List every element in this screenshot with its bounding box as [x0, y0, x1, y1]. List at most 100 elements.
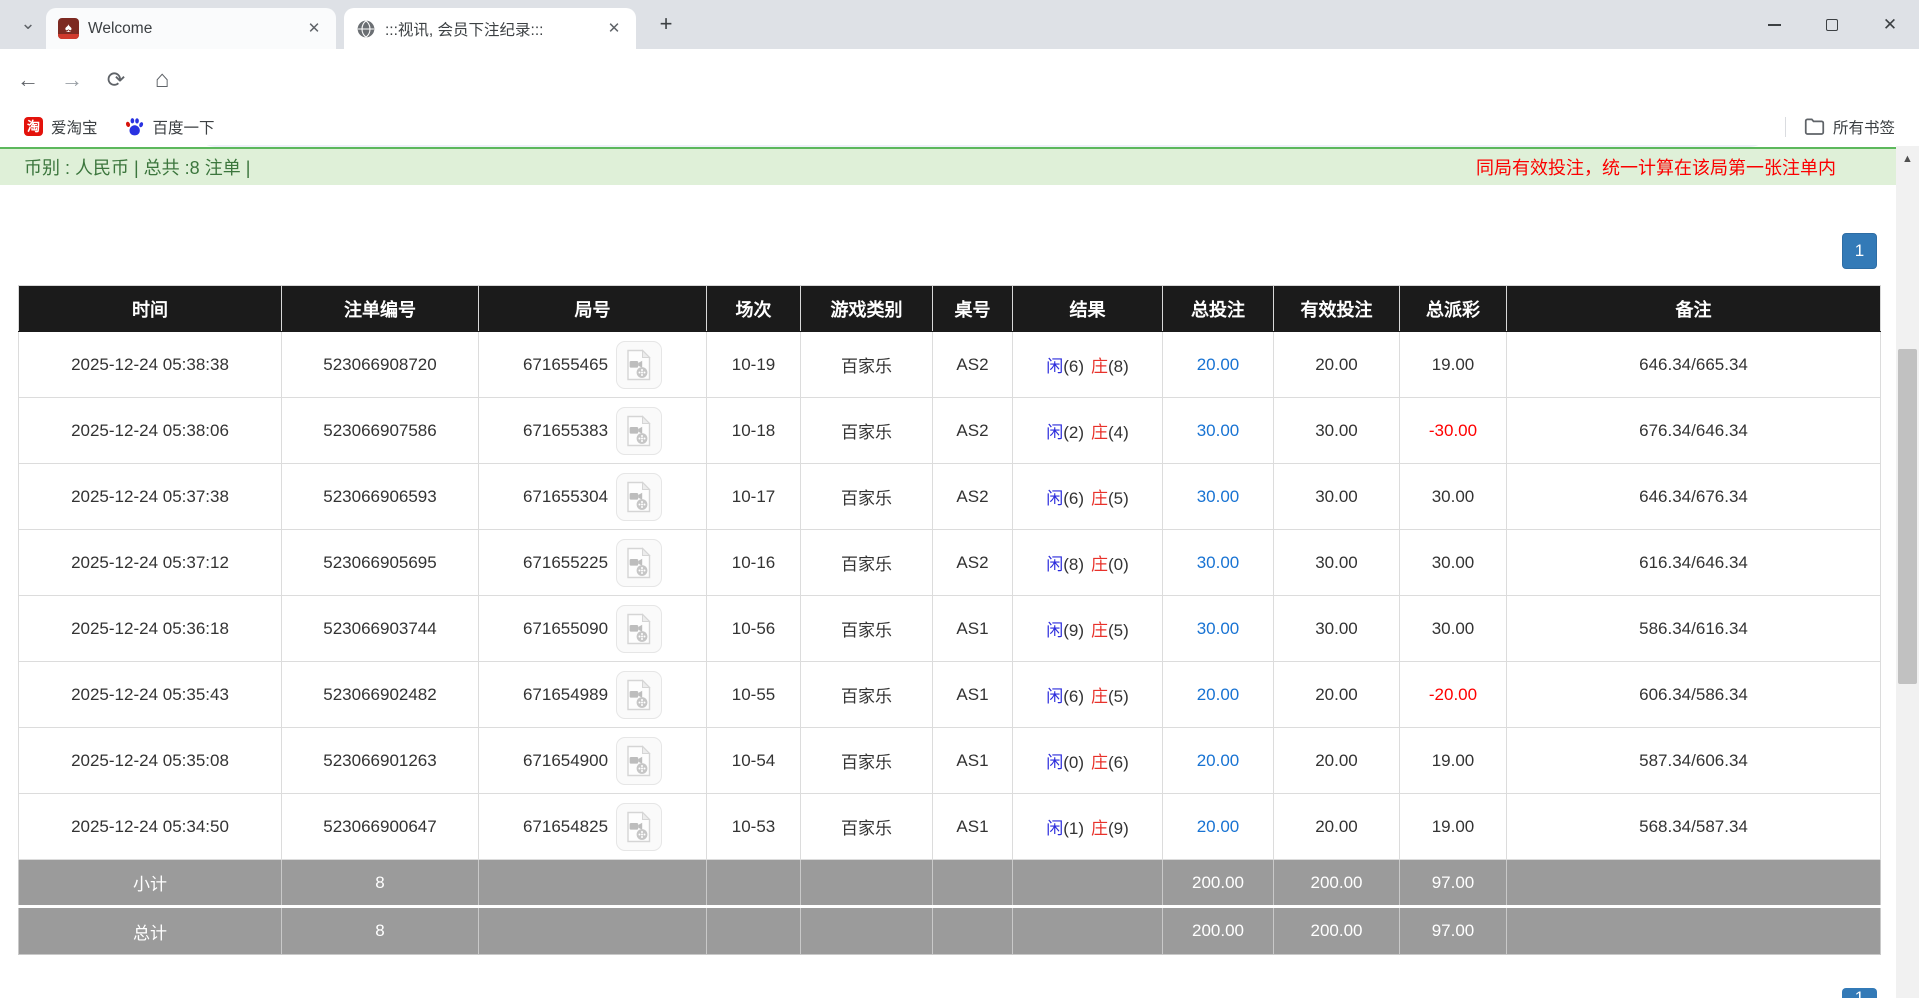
total-bet-link[interactable]: 20.00	[1197, 685, 1240, 704]
video-replay-button[interactable]	[616, 473, 662, 521]
cell-total-bet: 30.00	[1163, 398, 1274, 464]
col-bet-id: 注单编号	[282, 286, 479, 332]
browser-toolbar: ← → ⟳ ⌂ videoie.com/ipl/portal.php/game/…	[0, 49, 1919, 108]
player-result-label: 闲	[1046, 819, 1063, 838]
cell-payout: 19.00	[1400, 794, 1507, 860]
cell-round: 671654989	[479, 662, 707, 728]
pagination-page-1-button[interactable]: 1	[1842, 233, 1877, 269]
player-result-label: 闲	[1046, 687, 1063, 706]
total-bet-link[interactable]: 30.00	[1197, 487, 1240, 506]
col-note: 备注	[1507, 286, 1881, 332]
col-table-no: 桌号	[933, 286, 1013, 332]
bookmark-label: 爱淘宝	[51, 116, 98, 138]
cell-table-no: AS1	[933, 662, 1013, 728]
close-tab-icon[interactable]: ✕	[304, 19, 324, 39]
cell-time: 2025-12-24 05:37:38	[19, 464, 282, 530]
bet-record-table: 时间 注单编号 局号 场次 游戏类别 桌号 结果 总投注 有效投注 总派彩 备注…	[18, 285, 1881, 955]
back-icon[interactable]: ←	[13, 65, 43, 95]
page-scrollbar[interactable]: ▲	[1896, 146, 1919, 998]
bookmark-aitaobao[interactable]: 淘 爱淘宝	[16, 112, 106, 142]
table-row: 2025-12-24 05:35:43 523066902482 6716549…	[19, 662, 1881, 728]
bookmarks-bar: 淘 爱淘宝 百度一下 所有书签	[0, 108, 1919, 145]
cell-total-bet: 30.00	[1163, 464, 1274, 530]
cell-session: 10-19	[707, 332, 801, 398]
total-bet-link[interactable]: 20.00	[1197, 817, 1240, 836]
cell-time: 2025-12-24 05:38:06	[19, 398, 282, 464]
forward-icon[interactable]: →	[57, 65, 87, 95]
cell-note: 676.34/646.34	[1507, 398, 1881, 464]
cell-payout: 30.00	[1400, 596, 1507, 662]
all-bookmarks-label: 所有书签	[1833, 116, 1895, 138]
cell-game: 百家乐	[801, 464, 933, 530]
table-row: 2025-12-24 05:36:18 523066903744 6716550…	[19, 596, 1881, 662]
total-bet-link[interactable]: 30.00	[1197, 619, 1240, 638]
tab-welcome[interactable]: ♠ Welcome ✕	[46, 8, 336, 49]
cell-session: 10-17	[707, 464, 801, 530]
total-bet-link[interactable]: 30.00	[1197, 553, 1240, 572]
all-bookmarks-button[interactable]: 所有书签	[1796, 112, 1903, 142]
cell-note: 587.34/606.34	[1507, 728, 1881, 794]
cell-bet-id: 523066906593	[282, 464, 479, 530]
col-valid-bet: 有效投注	[1274, 286, 1400, 332]
video-replay-button[interactable]	[616, 671, 662, 719]
bookmark-baidu[interactable]: 百度一下	[116, 112, 223, 142]
cell-bet-id: 523066901263	[282, 728, 479, 794]
window-controls: ✕	[1745, 0, 1919, 49]
scroll-up-arrow-icon[interactable]: ▲	[1896, 150, 1919, 168]
cell-session: 10-54	[707, 728, 801, 794]
cell-total-bet: 30.00	[1163, 596, 1274, 662]
pagination-bottom-partial-button[interactable]: 1	[1842, 988, 1877, 998]
cell-bet-id: 523066900647	[282, 794, 479, 860]
close-window-button[interactable]: ✕	[1861, 0, 1919, 49]
video-replay-button[interactable]	[616, 737, 662, 785]
total-total-bet: 200.00	[1163, 907, 1274, 955]
cell-bet-id: 523066907586	[282, 398, 479, 464]
tab-search-chevron-icon[interactable]: ⌄	[14, 10, 42, 38]
total-bet-link[interactable]: 20.00	[1197, 355, 1240, 374]
total-bet-link[interactable]: 30.00	[1197, 421, 1240, 440]
subtotal-total-bet: 200.00	[1163, 860, 1274, 907]
cell-note: 606.34/586.34	[1507, 662, 1881, 728]
cell-bet-id: 523066902482	[282, 662, 479, 728]
cell-valid-bet: 20.00	[1274, 332, 1400, 398]
maximize-button[interactable]	[1803, 0, 1861, 49]
close-tab-icon[interactable]: ✕	[604, 19, 624, 39]
cell-game: 百家乐	[801, 530, 933, 596]
cell-result: 闲(6)庄(8)	[1013, 332, 1163, 398]
video-replay-button[interactable]	[616, 605, 662, 653]
cell-result: 闲(8)庄(0)	[1013, 530, 1163, 596]
cell-bet-id: 523066905695	[282, 530, 479, 596]
cell-valid-bet: 20.00	[1274, 728, 1400, 794]
cell-total-bet: 20.00	[1163, 662, 1274, 728]
banker-result-label: 庄	[1091, 555, 1108, 574]
new-tab-button[interactable]: +	[652, 11, 680, 39]
cell-note: 646.34/665.34	[1507, 332, 1881, 398]
reload-icon[interactable]: ⟳	[101, 65, 131, 95]
col-time: 时间	[19, 286, 282, 332]
cell-game: 百家乐	[801, 728, 933, 794]
cell-payout: 30.00	[1400, 464, 1507, 530]
cell-table-no: AS2	[933, 530, 1013, 596]
video-replay-button[interactable]	[616, 539, 662, 587]
subtotal-payout: 97.00	[1400, 860, 1507, 907]
scrollbar-thumb[interactable]	[1898, 349, 1917, 684]
cell-payout: -30.00	[1400, 398, 1507, 464]
currency-summary-text: 币别 : 人民币 | 总共 :8 注单 |	[24, 154, 250, 180]
cell-time: 2025-12-24 05:34:50	[19, 794, 282, 860]
cell-game: 百家乐	[801, 794, 933, 860]
home-icon[interactable]: ⌂	[147, 65, 177, 95]
cell-session: 10-55	[707, 662, 801, 728]
player-result-label: 闲	[1046, 621, 1063, 640]
total-bet-link[interactable]: 20.00	[1197, 751, 1240, 770]
cell-total-bet: 20.00	[1163, 794, 1274, 860]
subtotal-valid-bet: 200.00	[1274, 860, 1400, 907]
cell-note: 646.34/676.34	[1507, 464, 1881, 530]
minimize-button[interactable]	[1745, 0, 1803, 49]
video-replay-button[interactable]	[616, 341, 662, 389]
video-replay-button[interactable]	[616, 803, 662, 851]
video-replay-button[interactable]	[616, 407, 662, 455]
cell-time: 2025-12-24 05:35:43	[19, 662, 282, 728]
tab-betrecord[interactable]: :::视讯, 会员下注纪录::: ✕	[344, 8, 636, 49]
player-result-label: 闲	[1046, 357, 1063, 376]
cell-valid-bet: 30.00	[1274, 596, 1400, 662]
